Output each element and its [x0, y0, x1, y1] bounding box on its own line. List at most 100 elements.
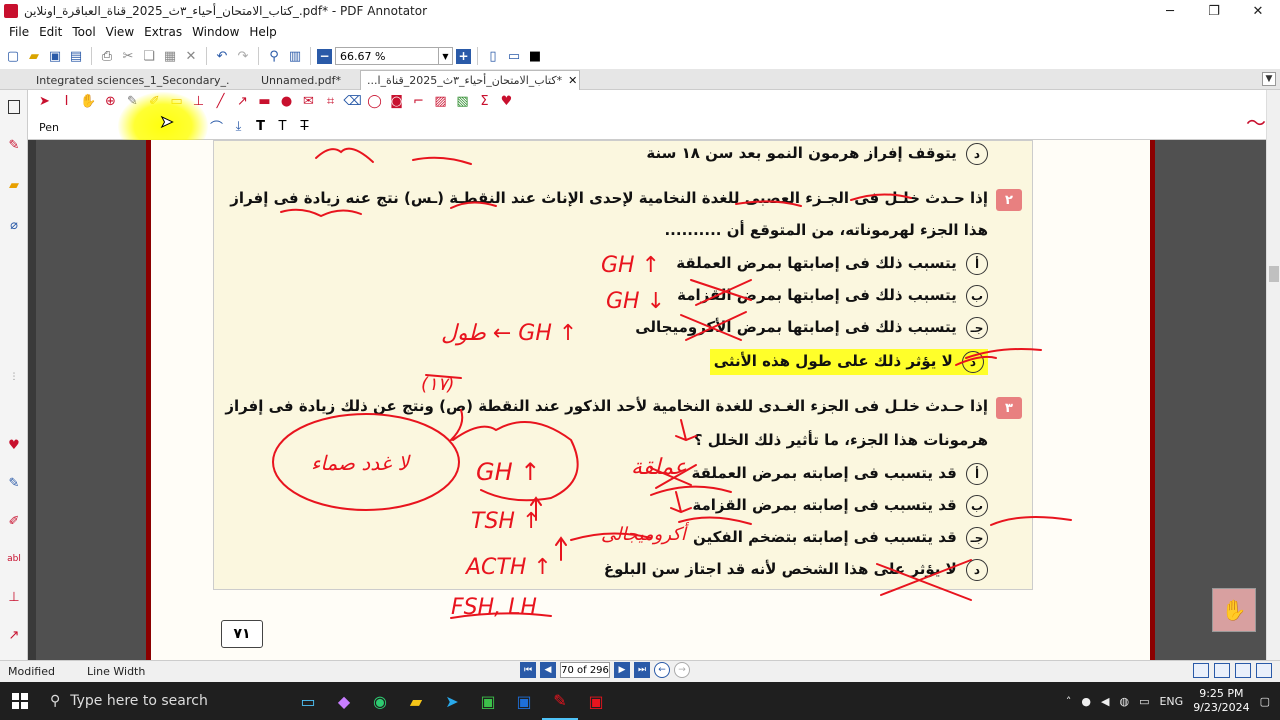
taskbar-app-edge-icon[interactable]: ◉	[362, 682, 398, 720]
eraser-tool-icon[interactable]: ⌫	[343, 93, 361, 110]
tab-list-chevron-icon[interactable]: ▼	[1262, 72, 1276, 86]
two-page-continuous-view-icon[interactable]	[1256, 663, 1272, 678]
paste-icon[interactable]: ▦	[161, 47, 179, 65]
scrollbar-thumb[interactable]	[1269, 266, 1279, 282]
two-page-view-icon[interactable]	[1235, 663, 1251, 678]
taskbar-app-explorer-icon[interactable]: ▰	[398, 682, 434, 720]
taskbar-app-recorder-icon[interactable]: ▣	[578, 682, 614, 720]
first-page-button[interactable]: ⏮	[520, 662, 536, 678]
zoom-in-button[interactable]: +	[456, 48, 471, 64]
select-text-icon[interactable]: ▥	[286, 47, 304, 65]
taskbar-app-camtasia-icon[interactable]: ▣	[470, 682, 506, 720]
text-bold-t-icon[interactable]: T	[252, 118, 269, 135]
lasso-tool-icon[interactable]: ◯	[366, 93, 383, 110]
page-number-input[interactable]: 70 of 296	[560, 662, 610, 678]
pen-blue-icon[interactable]: ✎	[5, 474, 23, 492]
crop-tool-icon[interactable]: ⌐	[410, 93, 427, 110]
microphone-icon[interactable]: ●	[1081, 695, 1091, 708]
menu-help[interactable]: Help	[244, 25, 281, 39]
delete-icon[interactable]: ✕	[182, 47, 200, 65]
fit-page-icon[interactable]: ▯	[484, 47, 502, 65]
back-icon[interactable]: ←	[654, 662, 670, 678]
undo-icon[interactable]: ↶	[213, 47, 231, 65]
zoom-out-button[interactable]: −	[317, 48, 332, 64]
text-strike-t-icon[interactable]: T	[296, 118, 313, 135]
taskbar-app-whiteboard-icon[interactable]: ▭	[290, 682, 326, 720]
note-icon[interactable]: ▰	[5, 176, 23, 194]
menu-view[interactable]: View	[101, 25, 139, 39]
copy-icon[interactable]: ❏	[140, 47, 158, 65]
align-icon[interactable]: ⤓	[230, 118, 247, 135]
sigma-tool-icon[interactable]: Σ	[476, 93, 493, 110]
zoom-tool-icon[interactable]: ⊕	[102, 93, 119, 110]
taskbar-app-pdf-annotator-icon[interactable]: ✎	[542, 682, 578, 720]
minimize-button[interactable]: ─	[1148, 0, 1192, 22]
single-page-view-icon[interactable]	[1193, 663, 1209, 678]
close-tab-icon[interactable]: ✕	[568, 74, 577, 87]
stamp-icon[interactable]: ⊥	[5, 588, 23, 606]
rectangle-tool-icon[interactable]: ▬	[256, 93, 273, 110]
arrow-tool-icon[interactable]: ↗	[234, 93, 251, 110]
forward-icon[interactable]: →	[674, 662, 690, 678]
previous-page-button[interactable]: ◀	[540, 662, 556, 678]
save-as-icon[interactable]: ▤	[67, 47, 85, 65]
ellipse-tool-icon[interactable]: ●	[278, 93, 295, 110]
menu-edit[interactable]: Edit	[34, 25, 67, 39]
line-tool-icon[interactable]: ╱	[212, 93, 229, 110]
last-page-button[interactable]: ⏭	[634, 662, 650, 678]
save-icon[interactable]: ▣	[46, 47, 64, 65]
keyboard-icon[interactable]: ▭	[1139, 695, 1149, 708]
open-folder-icon[interactable]: ▰	[25, 47, 43, 65]
pdf-page[interactable]: د يتوقف إفراز هرمون النمو بعد سن ١٨ سنة …	[151, 140, 1151, 660]
lang-indicator[interactable]: ENG	[1159, 695, 1183, 708]
marker-icon[interactable]: ✐	[5, 512, 23, 530]
cut-icon[interactable]: ✂	[119, 47, 137, 65]
start-button[interactable]	[0, 682, 40, 720]
favorites-heart-icon[interactable]: ♥	[5, 436, 23, 454]
speaker-icon[interactable]: ◀	[1101, 695, 1109, 708]
tab-integrated-sciences[interactable]: Integrated sciences_1_Secondary_...*	[30, 70, 230, 90]
taskbar-app-blue-icon[interactable]: ▣	[506, 682, 542, 720]
hand-tool-icon[interactable]: ✋	[80, 93, 97, 110]
splitter-handle-icon[interactable]: ⋮	[5, 368, 23, 386]
clock[interactable]: 9:25 PM 9/23/2024	[1193, 687, 1249, 715]
close-button[interactable]: ✕	[1236, 0, 1280, 22]
pen-icon[interactable]: ✎	[5, 136, 23, 154]
menu-extras[interactable]: Extras	[139, 25, 187, 39]
taskbar-app-telegram-icon[interactable]: ➤	[434, 682, 470, 720]
text-box-icon[interactable]: abl	[5, 550, 23, 568]
envelope-tool-icon[interactable]: ✉	[300, 93, 317, 110]
taskbar-search[interactable]: ⚲ Type here to search	[40, 682, 240, 720]
document-viewer[interactable]: د يتوقف إفراز هرمون النمو بعد سن ١٨ سنة …	[28, 140, 1266, 660]
ruler-tool-icon[interactable]: ▨	[432, 93, 449, 110]
camera-tool-icon[interactable]: ◙	[388, 93, 405, 110]
notifications-icon[interactable]: ▢	[1260, 695, 1270, 708]
redo-icon[interactable]: ↷	[234, 47, 252, 65]
text-italic-t-icon[interactable]: T	[274, 118, 291, 135]
fullscreen-icon[interactable]: ■	[526, 47, 544, 65]
measure-tool-icon[interactable]: ⌗	[322, 93, 339, 110]
tab-unnamed[interactable]: Unnamed.pdf*	[255, 70, 355, 90]
print-icon[interactable]: ⎙	[98, 47, 116, 65]
menu-tool[interactable]: Tool	[67, 25, 100, 39]
maximize-button[interactable]: ❐	[1192, 0, 1236, 22]
stroke-style-icon[interactable]: ⌒	[208, 118, 225, 136]
page-panel-icon[interactable]	[8, 100, 20, 114]
find-icon[interactable]: ⚲	[265, 47, 283, 65]
favorites-tool-icon[interactable]: ♥	[498, 93, 515, 110]
menu-window[interactable]: Window	[187, 25, 244, 39]
zoom-select[interactable]: 66.67 % ▼	[335, 47, 453, 65]
select-arrow-icon[interactable]: ➤	[36, 93, 53, 110]
next-page-button[interactable]: ▶	[614, 662, 630, 678]
tab-active-document[interactable]: ...كتاب_الامتحان_أحياء_٣ث_2025_قناة_ا* ✕	[360, 70, 580, 90]
tray-chevron-up-icon[interactable]: ˄	[1066, 695, 1072, 708]
menu-file[interactable]: File	[4, 25, 34, 39]
continuous-view-icon[interactable]	[1214, 663, 1230, 678]
new-document-icon[interactable]: ▢	[4, 47, 22, 65]
fit-width-icon[interactable]: ▭	[505, 47, 523, 65]
taskbar-app-copilot-icon[interactable]: ◆	[326, 682, 362, 720]
vertical-scrollbar[interactable]	[1266, 90, 1280, 660]
text-select-icon[interactable]: I	[58, 93, 75, 110]
hand-scroll-button[interactable]: ✋	[1212, 588, 1256, 632]
network-icon[interactable]: ◍	[1119, 695, 1129, 708]
